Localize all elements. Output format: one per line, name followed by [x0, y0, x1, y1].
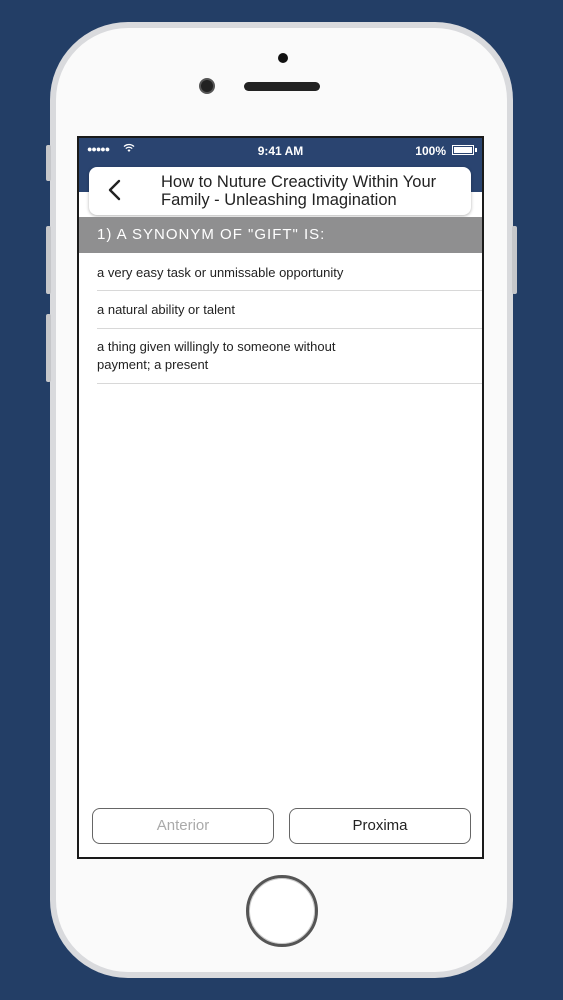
page-title: How to Nuture Creactivity Within Your Fa… [161, 173, 437, 209]
answer-list: a very easy task or unmissable opportuni… [97, 253, 482, 384]
mute-switch [46, 145, 51, 181]
power-button [512, 226, 517, 294]
previous-button[interactable]: Anterior [92, 808, 274, 844]
front-camera [199, 78, 215, 94]
app-screen: ●●●●● 9:41 AM 100% How to Nuture Creacti… [77, 136, 484, 859]
back-button[interactable] [105, 177, 129, 207]
chevron-left-icon [108, 179, 121, 201]
status-bar: ●●●●● 9:41 AM 100% [79, 138, 482, 166]
volume-down-button [46, 314, 51, 382]
question-text: 1) A SYNONYM OF "GIFT" IS: [97, 226, 326, 243]
answer-option-3[interactable]: a thing given willingly to someone witho… [97, 329, 482, 384]
battery-icon [452, 145, 474, 155]
battery-tip [475, 148, 477, 152]
volume-up-button [46, 226, 51, 294]
earpiece-speaker [244, 82, 320, 91]
home-button[interactable] [246, 875, 318, 947]
answer-option-2[interactable]: a natural ability or talent [97, 291, 482, 329]
nav-bar: How to Nuture Creactivity Within Your Fa… [89, 167, 471, 215]
question-header: 1) A SYNONYM OF "GIFT" IS: [79, 217, 482, 253]
proximity-sensor [278, 53, 288, 63]
answer-option-1[interactable]: a very easy task or unmissable opportuni… [97, 253, 482, 291]
next-button[interactable]: Proxima [289, 808, 471, 844]
battery-percent: 100% [415, 144, 446, 158]
